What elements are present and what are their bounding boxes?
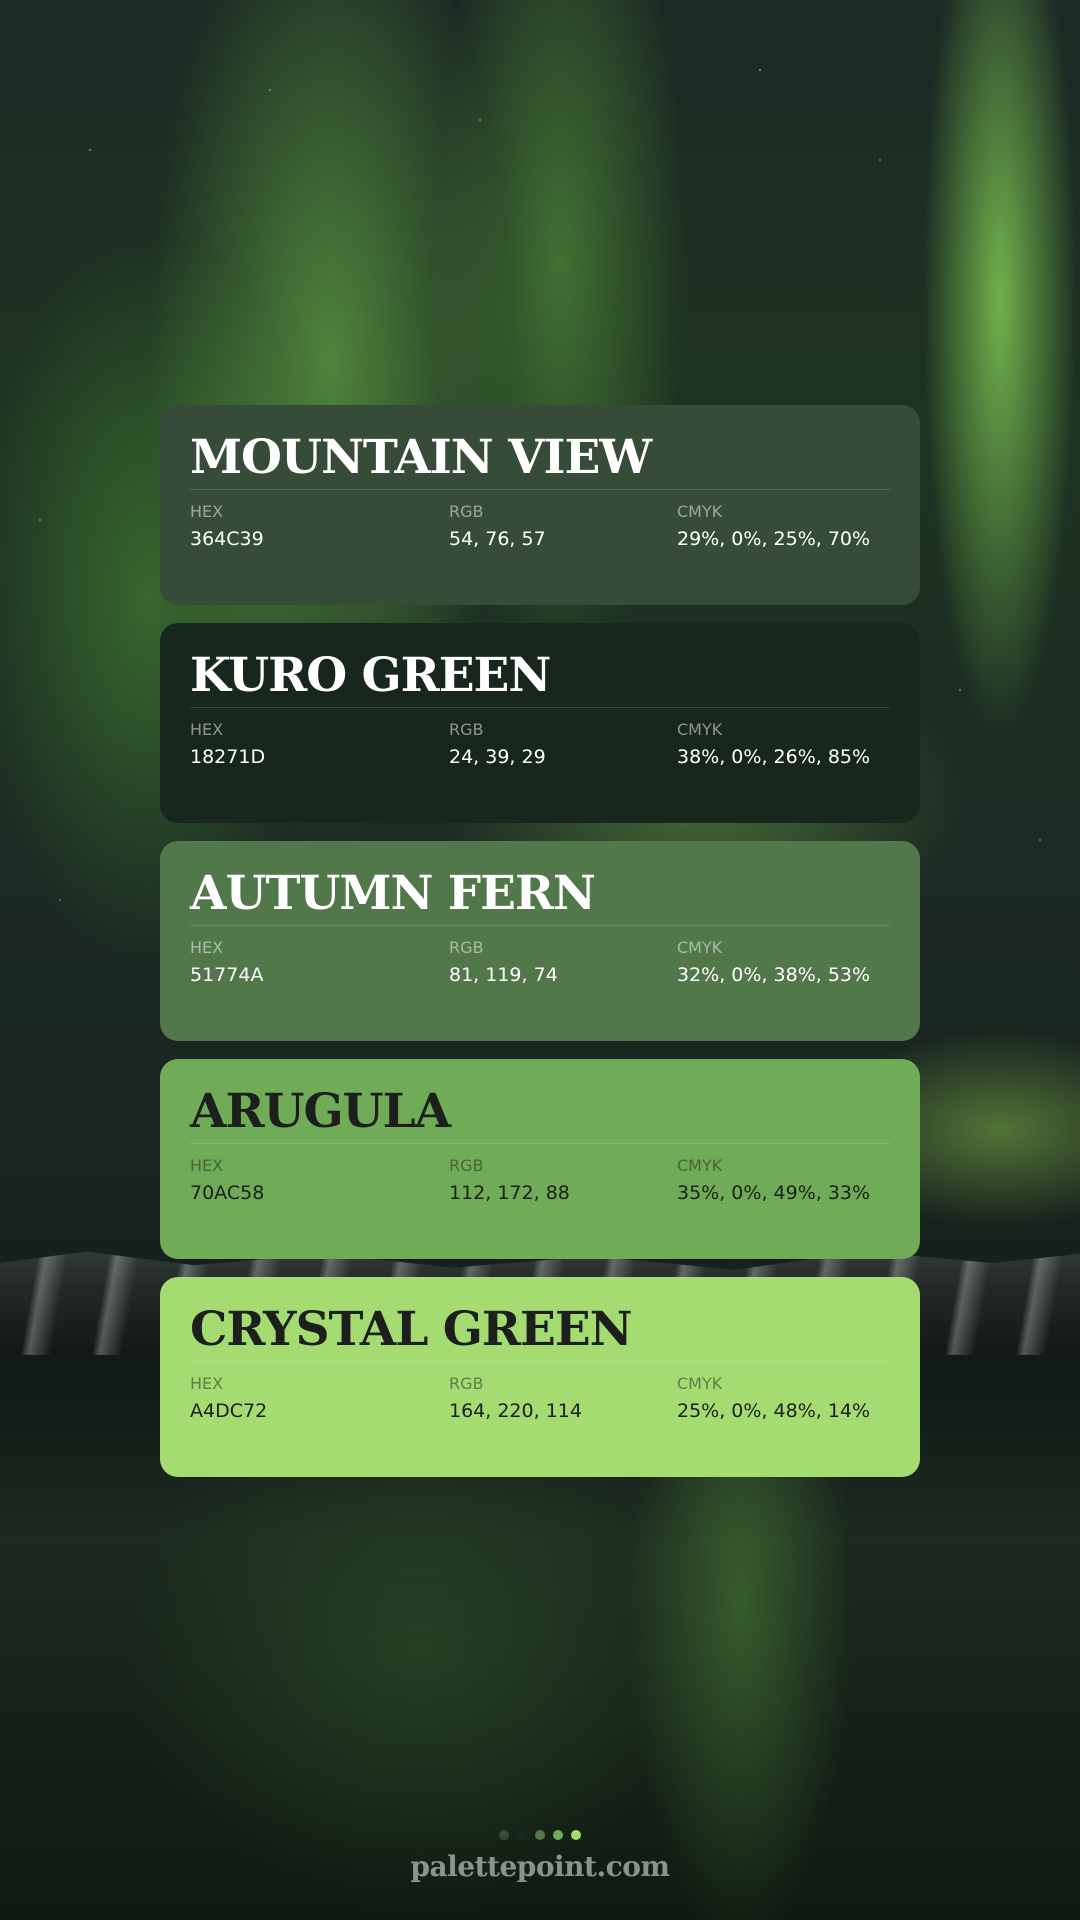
hex-value: 364C39 — [190, 528, 264, 550]
swatch-name: CRYSTAL GREEN — [190, 1306, 890, 1362]
cmyk-column: CMYK 29%, 0%, 25%, 70% — [677, 502, 870, 552]
swatch-values: HEX 18271D RGB 24, 39, 29 CMYK 38%, 0%, … — [190, 720, 890, 790]
pagination-dot — [535, 1830, 545, 1840]
swatch-name: KURO GREEN — [190, 652, 890, 708]
pagination-dot — [553, 1830, 563, 1840]
rgb-label: RGB — [449, 1156, 484, 1175]
hex-column: HEX 70AC58 — [190, 1156, 264, 1206]
pagination-dot — [517, 1830, 527, 1840]
rgb-column: RGB 164, 220, 114 — [449, 1374, 582, 1424]
hex-column: HEX A4DC72 — [190, 1374, 267, 1424]
brand-watermark: palettepoint.com — [410, 1850, 670, 1883]
cmyk-column: CMYK 35%, 0%, 49%, 33% — [677, 1156, 870, 1206]
pagination-dot — [499, 1830, 509, 1840]
hex-value: 51774A — [190, 964, 264, 986]
swatch-values: HEX A4DC72 RGB 164, 220, 114 CMYK 25%, 0… — [190, 1374, 890, 1444]
palette-page: MOUNTAIN VIEW HEX 364C39 RGB 54, 76, 57 … — [0, 0, 1080, 1920]
hex-label: HEX — [190, 1156, 224, 1175]
swatch-values: HEX 51774A RGB 81, 119, 74 CMYK 32%, 0%,… — [190, 938, 890, 1008]
rgb-column: RGB 24, 39, 29 — [449, 720, 546, 770]
hex-value: A4DC72 — [190, 1400, 268, 1422]
swatch-name: ARUGULA — [190, 1088, 890, 1144]
swatch-values: HEX 70AC58 RGB 112, 172, 88 CMYK 35%, 0%… — [190, 1156, 890, 1226]
swatch-card-arugula: ARUGULA HEX 70AC58 RGB 112, 172, 88 CMYK… — [160, 1059, 920, 1259]
swatch-card-mountain-view: MOUNTAIN VIEW HEX 364C39 RGB 54, 76, 57 … — [160, 405, 920, 605]
hex-column: HEX 18271D — [190, 720, 265, 770]
rgb-column: RGB 112, 172, 88 — [449, 1156, 570, 1206]
hex-label: HEX — [190, 502, 224, 521]
hex-column: HEX 364C39 — [190, 502, 264, 552]
hex-column: HEX 51774A — [190, 938, 263, 988]
pagination-dot — [571, 1830, 581, 1840]
cmyk-column: CMYK 38%, 0%, 26%, 85% — [677, 720, 870, 770]
hex-label: HEX — [190, 938, 224, 957]
swatch-values: HEX 364C39 RGB 54, 76, 57 CMYK 29%, 0%, … — [190, 502, 890, 572]
rgb-value: 54, 76, 57 — [449, 528, 546, 550]
rgb-value: 81, 119, 74 — [449, 964, 558, 986]
rgb-column: RGB 81, 119, 74 — [449, 938, 558, 988]
cmyk-value: 38%, 0%, 26%, 85% — [677, 746, 871, 768]
swatch-name: AUTUMN FERN — [190, 870, 890, 926]
rgb-value: 164, 220, 114 — [449, 1400, 582, 1422]
rgb-label: RGB — [449, 720, 484, 739]
rgb-label: RGB — [449, 938, 484, 957]
cmyk-column: CMYK 32%, 0%, 38%, 53% — [677, 938, 870, 988]
rgb-label: RGB — [449, 502, 484, 521]
cmyk-label: CMYK — [677, 720, 723, 739]
cmyk-value: 25%, 0%, 48%, 14% — [677, 1400, 871, 1422]
rgb-value: 24, 39, 29 — [449, 746, 546, 768]
hex-value: 18271D — [190, 746, 266, 768]
pagination-dots — [0, 1830, 1080, 1840]
cmyk-value: 35%, 0%, 49%, 33% — [677, 1182, 871, 1204]
cmyk-label: CMYK — [677, 1374, 723, 1393]
swatch-card-kuro-green: KURO GREEN HEX 18271D RGB 24, 39, 29 CMY… — [160, 623, 920, 823]
swatch-list: MOUNTAIN VIEW HEX 364C39 RGB 54, 76, 57 … — [160, 405, 920, 1495]
rgb-column: RGB 54, 76, 57 — [449, 502, 546, 552]
swatch-card-crystal-green: CRYSTAL GREEN HEX A4DC72 RGB 164, 220, 1… — [160, 1277, 920, 1477]
rgb-value: 112, 172, 88 — [449, 1182, 570, 1204]
swatch-card-autumn-fern: AUTUMN FERN HEX 51774A RGB 81, 119, 74 C… — [160, 841, 920, 1041]
cmyk-value: 29%, 0%, 25%, 70% — [677, 528, 871, 550]
swatch-name: MOUNTAIN VIEW — [190, 434, 890, 490]
hex-label: HEX — [190, 1374, 224, 1393]
rgb-label: RGB — [449, 1374, 484, 1393]
hex-value: 70AC58 — [190, 1182, 265, 1204]
cmyk-label: CMYK — [677, 938, 723, 957]
cmyk-value: 32%, 0%, 38%, 53% — [677, 964, 871, 986]
cmyk-column: CMYK 25%, 0%, 48%, 14% — [677, 1374, 870, 1424]
cmyk-label: CMYK — [677, 1156, 723, 1175]
hex-label: HEX — [190, 720, 224, 739]
cmyk-label: CMYK — [677, 502, 723, 521]
